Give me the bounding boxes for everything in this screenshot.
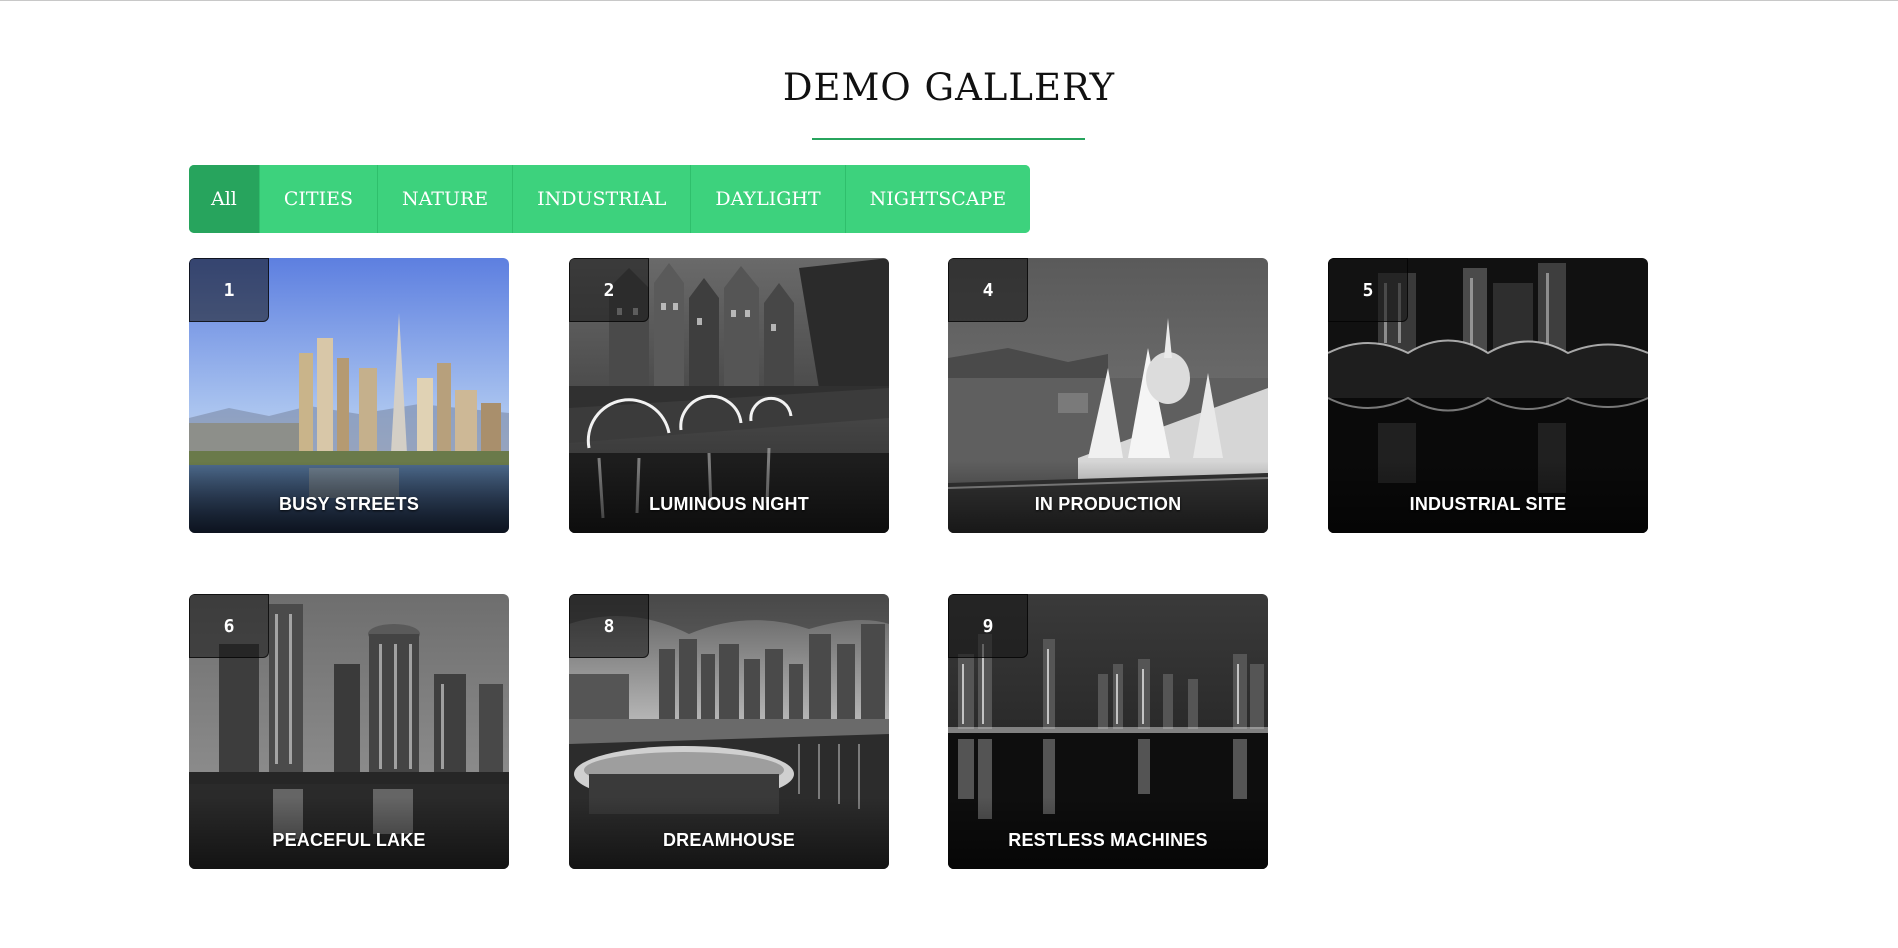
filter-industrial-button[interactable]: INDUSTRIAL — [513, 165, 692, 233]
item-title: RESTLESS MACHINES — [1008, 830, 1208, 850]
gallery-item-busy-streets[interactable]: 1 BUSY STREETS — [189, 258, 509, 533]
top-border — [0, 0, 1898, 1]
filter-bar: All CITIES NATURE INDUSTRIAL DAYLIGHT NI… — [189, 165, 1031, 233]
item-title: BUSY STREETS — [278, 494, 420, 514]
filter-nature-button[interactable]: NATURE — [377, 165, 514, 233]
item-number-badge: 2 — [569, 258, 649, 322]
filter-nightscape-button[interactable]: NIGHTSCAPE — [845, 165, 1031, 233]
item-number-badge: 4 — [948, 258, 1028, 322]
filter-all-button[interactable]: All — [189, 165, 260, 233]
item-title: INDUSTRIAL SITE — [1409, 494, 1567, 514]
item-title: PEACEFUL LAKE — [272, 830, 426, 850]
item-title: DREAMHOUSE — [662, 830, 795, 850]
gallery-item-in-production[interactable]: 4 IN PRODUCTION — [948, 258, 1268, 533]
gallery-item-industrial-site[interactable]: 5 INDUSTRIAL SITE — [1328, 258, 1648, 533]
item-title: IN PRODUCTION — [1034, 494, 1182, 514]
item-number-badge: 8 — [569, 594, 649, 658]
item-number-badge: 5 — [1328, 258, 1408, 322]
filter-daylight-button[interactable]: DAYLIGHT — [691, 165, 846, 233]
page-title: DEMO GALLERY — [782, 66, 1116, 109]
item-title: LUMINOUS NIGHT — [649, 494, 809, 514]
gallery-item-restless-machines[interactable]: 9 RESTLESS MACHINES — [948, 594, 1268, 869]
gallery-item-dreamhouse[interactable]: 8 DREAMHOUSE — [569, 594, 889, 869]
gallery-item-peaceful-lake[interactable]: 6 PEACEFUL LAKE — [189, 594, 509, 869]
filter-cities-button[interactable]: CITIES — [259, 165, 378, 233]
gallery-item-luminous-night[interactable]: 2 LUMINOUS NIGHT — [569, 258, 889, 533]
item-number-badge: 1 — [189, 258, 269, 322]
item-number-badge: 6 — [189, 594, 269, 658]
item-number-badge: 9 — [948, 594, 1028, 658]
title-underline — [812, 138, 1085, 140]
